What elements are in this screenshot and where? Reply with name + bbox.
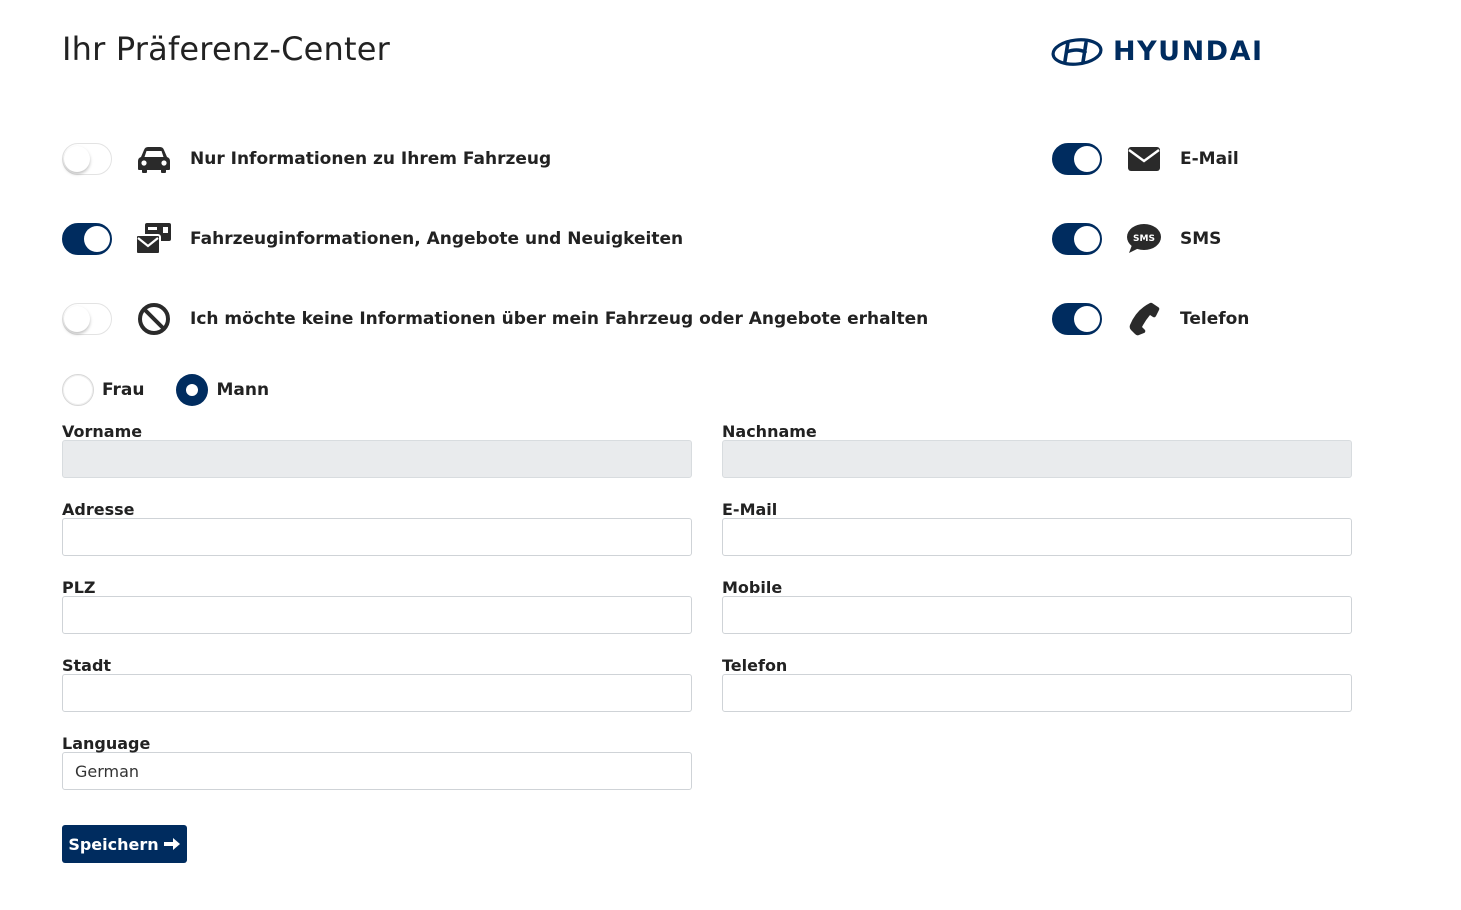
- sms-icon: SMS: [1124, 219, 1164, 259]
- field-telefon: Telefon: [722, 655, 1352, 712]
- radio-mann-label: Mann: [216, 380, 270, 400]
- pref-row-vehicle-offers-news: Fahrzeuginformationen, Angebote und Neui…: [62, 219, 683, 259]
- nachname-input[interactable]: [722, 440, 1352, 478]
- channel-row-phone: Telefon: [1052, 299, 1249, 339]
- page-title: Ihr Präferenz-Center: [62, 30, 390, 68]
- salutation-radio-group: Frau Mann: [62, 374, 301, 406]
- toggle-channel-email[interactable]: [1052, 143, 1102, 175]
- adresse-input[interactable]: [62, 518, 692, 556]
- pref-row-no-info: Ich möchte keine Informationen über mein…: [62, 299, 928, 339]
- radio-mann-circle[interactable]: [176, 374, 209, 406]
- field-email: E-Mail: [722, 499, 1352, 556]
- field-adresse: Adresse: [62, 499, 692, 556]
- channel-row-email: E-Mail: [1052, 139, 1239, 179]
- envelope-icon: [1124, 139, 1164, 179]
- mobile-input[interactable]: [722, 596, 1352, 634]
- language-input[interactable]: [62, 752, 692, 790]
- telefon-input[interactable]: [722, 674, 1352, 712]
- radio-frau[interactable]: Frau: [62, 374, 144, 406]
- svg-text:SMS: SMS: [1133, 234, 1155, 244]
- stadt-input[interactable]: [62, 674, 692, 712]
- radio-mann[interactable]: Mann: [176, 374, 269, 406]
- pref-label-vehicle-only: Nur Informationen zu Ihrem Fahrzeug: [190, 149, 552, 169]
- save-button-label: Speichern: [68, 834, 159, 854]
- vorname-input[interactable]: [62, 440, 692, 478]
- toggle-vehicle-offers-news[interactable]: [62, 223, 112, 255]
- pref-label-vehicle-offers-news: Fahrzeuginformationen, Angebote und Neui…: [190, 229, 684, 249]
- field-vorname: Vorname: [62, 421, 692, 478]
- mail-stack-icon: [134, 219, 174, 259]
- toggle-no-info[interactable]: [62, 303, 112, 335]
- toggle-channel-phone[interactable]: [1052, 303, 1102, 335]
- toggle-channel-sms[interactable]: [1052, 223, 1102, 255]
- arrow-right-icon: [163, 838, 180, 850]
- field-stadt: Stadt: [62, 655, 692, 712]
- channel-row-sms: SMS SMS: [1052, 219, 1221, 259]
- plz-input[interactable]: [62, 596, 692, 634]
- car-icon: [134, 139, 174, 179]
- field-mobile: Mobile: [722, 577, 1352, 634]
- brand-wordmark: HYUNDAI: [1113, 36, 1264, 67]
- field-nachname: Nachname: [722, 421, 1352, 478]
- hyundai-logo: HYUNDAI: [1051, 36, 1264, 67]
- hyundai-emblem-icon: [1051, 37, 1103, 66]
- radio-frau-circle[interactable]: [62, 374, 94, 406]
- channel-label-email: E-Mail: [1180, 149, 1239, 169]
- save-button[interactable]: Speichern: [62, 825, 187, 863]
- channel-label-phone: Telefon: [1180, 309, 1250, 329]
- pref-label-no-info: Ich möchte keine Informationen über mein…: [190, 309, 929, 329]
- ban-icon: [134, 299, 174, 339]
- field-plz: PLZ: [62, 577, 692, 634]
- radio-frau-label: Frau: [102, 380, 145, 400]
- field-language: Language: [62, 733, 692, 790]
- toggle-vehicle-only[interactable]: [62, 143, 112, 175]
- phone-icon: [1124, 299, 1164, 339]
- email-input[interactable]: [722, 518, 1352, 556]
- pref-row-vehicle-only: Nur Informationen zu Ihrem Fahrzeug: [62, 139, 551, 179]
- channel-label-sms: SMS: [1180, 229, 1222, 249]
